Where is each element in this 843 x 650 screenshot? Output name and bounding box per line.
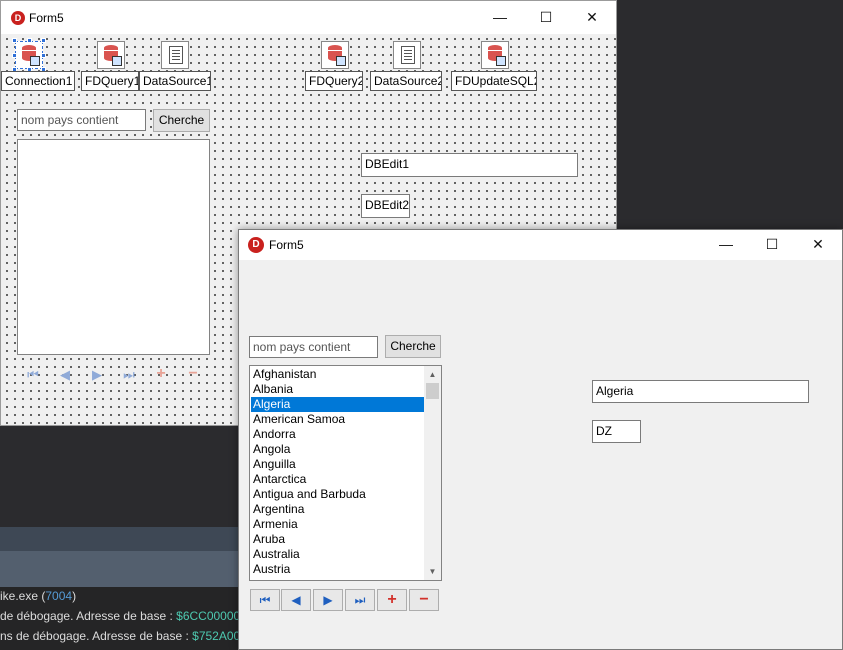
maximize-button[interactable]: ☐ bbox=[749, 230, 795, 260]
minus-icon: − bbox=[419, 591, 429, 608]
list-item[interactable]: Austria bbox=[251, 562, 424, 577]
designer-search-button[interactable]: Cherche bbox=[153, 109, 210, 132]
last-record-icon: ⏭ bbox=[354, 593, 366, 607]
runtime-form[interactable]: D Form5 — ☐ ✕ nom pays contient Cherche … bbox=[238, 229, 843, 650]
list-item[interactable]: American Samoa bbox=[251, 412, 424, 427]
log-line: ike.exe (7004) bbox=[0, 589, 77, 603]
fdconnection-label[interactable]: Connection1 bbox=[1, 71, 75, 91]
list-item[interactable]: Australia bbox=[251, 547, 424, 562]
database-table-icon[interactable] bbox=[321, 41, 349, 69]
list-item[interactable]: Afghanistan bbox=[251, 367, 424, 382]
scroll-up-icon[interactable]: ▲ bbox=[424, 366, 441, 383]
datasource-icon[interactable] bbox=[393, 41, 421, 69]
update-sql-icon[interactable] bbox=[481, 41, 509, 69]
nav-delete-button[interactable]: − bbox=[409, 589, 439, 611]
nav-insert-icon[interactable]: + bbox=[149, 364, 173, 384]
dbedit2[interactable]: DBEdit2 bbox=[361, 194, 410, 218]
designer-search-edit[interactable]: nom pays contient bbox=[17, 109, 146, 131]
nav-delete-icon[interactable]: − bbox=[181, 364, 205, 384]
nav-first-button[interactable]: ⏮ bbox=[250, 589, 280, 611]
nav-next-button[interactable]: ▶ bbox=[313, 589, 343, 611]
nav-insert-button[interactable]: + bbox=[377, 589, 407, 611]
scroll-thumb[interactable] bbox=[426, 383, 439, 399]
list-item[interactable]: Albania bbox=[251, 382, 424, 397]
fdquery1-label[interactable]: FDQuery1 bbox=[81, 71, 139, 91]
close-button[interactable]: ✕ bbox=[795, 230, 841, 260]
datasource2-label[interactable]: DataSource2 bbox=[370, 71, 442, 91]
list-item[interactable]: Armenia bbox=[251, 517, 424, 532]
list-item[interactable]: Antigua and Barbuda bbox=[251, 487, 424, 502]
fdquery2-label[interactable]: FDQuery2 bbox=[305, 71, 363, 91]
minimize-button[interactable]: — bbox=[477, 1, 523, 34]
datasource1-label[interactable]: DataSource1 bbox=[139, 71, 211, 91]
list-item[interactable]: Angola bbox=[251, 442, 424, 457]
scroll-down-icon[interactable]: ▼ bbox=[424, 563, 441, 580]
nav-last-button[interactable]: ⏭ bbox=[345, 589, 375, 611]
country-name-field[interactable]: Algeria bbox=[592, 380, 809, 403]
list-item-selected[interactable]: Algeria bbox=[251, 397, 424, 412]
fdupdatesql2-label[interactable]: FDUpdateSQL2 bbox=[451, 71, 537, 91]
delphi-icon: D bbox=[248, 237, 264, 253]
search-input[interactable]: nom pays contient bbox=[249, 336, 378, 358]
designer-listbox[interactable] bbox=[17, 139, 210, 355]
nav-next-icon[interactable]: ▶ bbox=[85, 365, 109, 385]
designer-title: Form5 bbox=[29, 11, 64, 25]
database-icon bbox=[15, 41, 43, 69]
country-list-items: Afghanistan Albania Algeria American Sam… bbox=[251, 367, 424, 577]
maximize-button[interactable]: ☐ bbox=[523, 1, 569, 34]
list-item[interactable]: Antarctica bbox=[251, 472, 424, 487]
close-button[interactable]: ✕ bbox=[569, 1, 615, 34]
list-item[interactable]: Argentina bbox=[251, 502, 424, 517]
runtime-titlebar[interactable]: D Form5 — ☐ ✕ bbox=[239, 230, 842, 260]
designer-titlebar[interactable]: D Form5 — ☐ ✕ bbox=[1, 1, 616, 34]
prior-record-icon: ◀ bbox=[291, 593, 301, 607]
plus-icon: + bbox=[387, 591, 397, 608]
country-code-field[interactable]: DZ bbox=[592, 420, 641, 443]
list-scrollbar[interactable]: ▲ ▼ bbox=[424, 366, 441, 580]
nav-prior-button[interactable]: ◀ bbox=[281, 589, 311, 611]
next-record-icon: ▶ bbox=[323, 593, 333, 607]
dbedit1[interactable]: DBEdit1 bbox=[361, 153, 578, 177]
nav-first-icon[interactable]: ⏮ bbox=[21, 365, 45, 385]
minimize-button[interactable]: — bbox=[703, 230, 749, 260]
form-icon: D bbox=[11, 11, 25, 25]
datasource-icon[interactable] bbox=[161, 41, 189, 69]
database-table-icon[interactable] bbox=[97, 41, 125, 69]
log-line: de débogage. Adresse de base : $6CC00000… bbox=[0, 609, 255, 623]
list-item[interactable]: Anguilla bbox=[251, 457, 424, 472]
country-listbox[interactable]: Afghanistan Albania Algeria American Sam… bbox=[249, 365, 442, 581]
list-item[interactable]: Aruba bbox=[251, 532, 424, 547]
nav-prior-icon[interactable]: ◀ bbox=[53, 365, 77, 385]
nav-last-icon[interactable]: ⏭ bbox=[117, 365, 141, 385]
runtime-title: Form5 bbox=[269, 238, 304, 252]
list-item[interactable]: Andorra bbox=[251, 427, 424, 442]
search-button[interactable]: Cherche bbox=[385, 335, 441, 358]
first-record-icon: ⏮ bbox=[259, 593, 271, 607]
log-line: ns de débogage. Adresse de base : $752A0… bbox=[0, 629, 257, 643]
